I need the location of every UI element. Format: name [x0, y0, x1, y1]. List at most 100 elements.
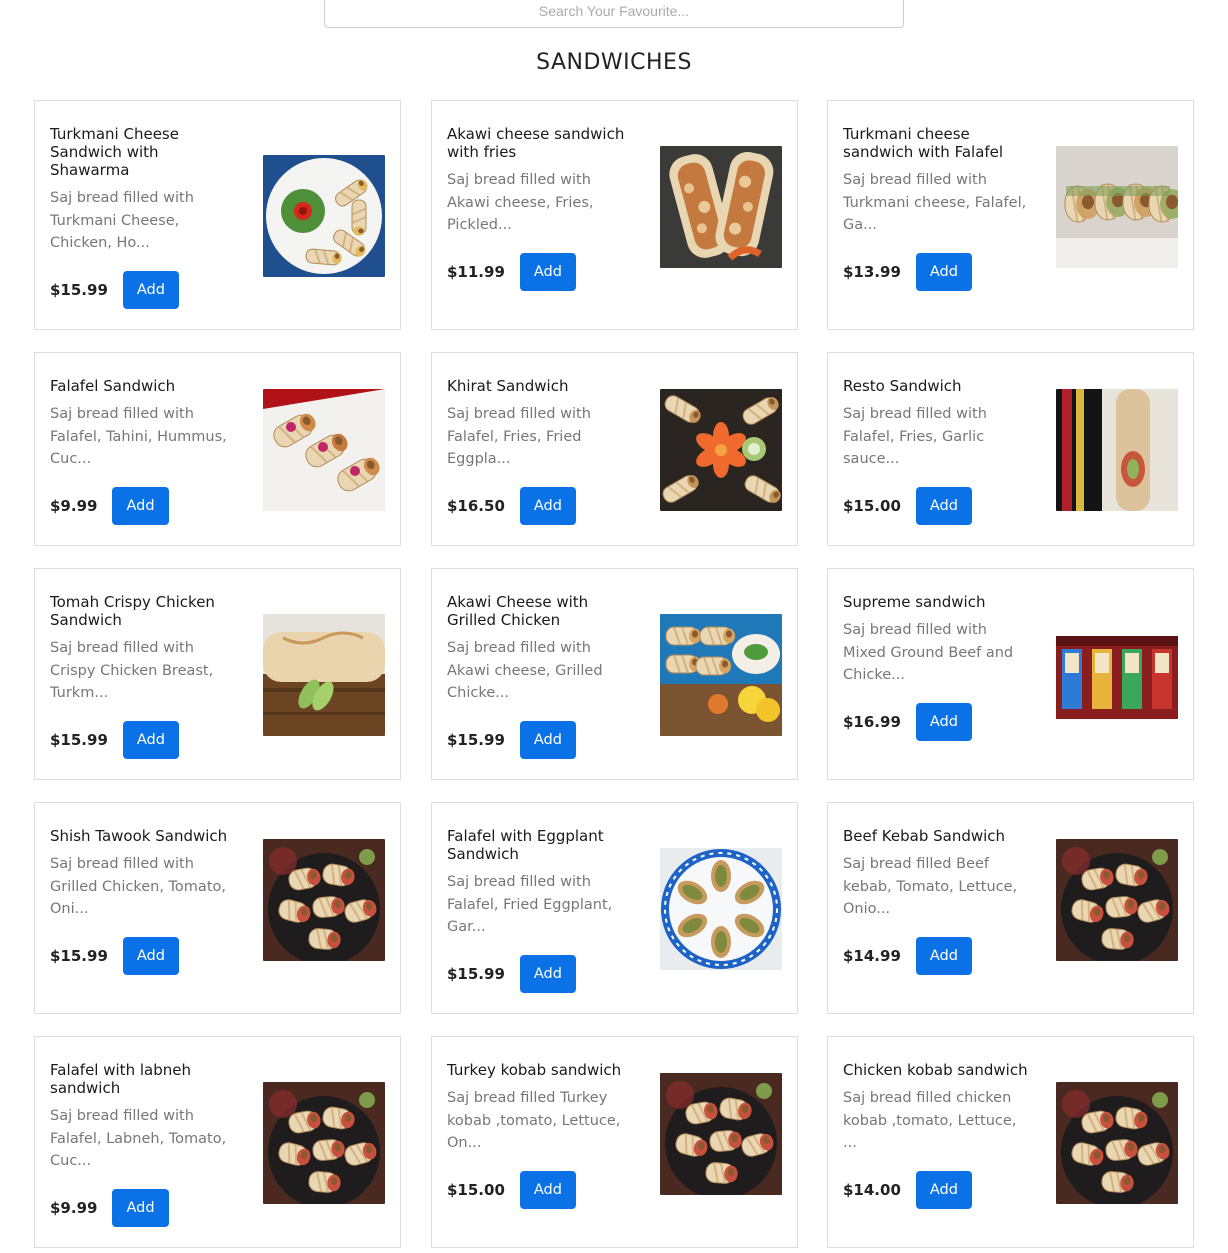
menu-item-name: Resto Sandwich [843, 377, 962, 395]
menu-item-card: Turkmani Cheese Sandwich with Shawarma Sa… [34, 100, 401, 330]
menu-item-description: Saj bread filled with Akawi cheese, Gril… [447, 640, 603, 701]
add-to-cart-button[interactable]: Add [915, 486, 972, 525]
menu-item-buy-row: $16.99 Add [843, 702, 1033, 741]
menu-item-image [1056, 625, 1178, 747]
menu-item-buy-row: $15.00 Add [843, 486, 1033, 525]
menu-item-info: Akawi Cheese with Grilled Chicken Saj bre… [447, 593, 637, 759]
menu-item-card: Beef Kebab Sandwich Saj bread filled Beef… [827, 802, 1194, 1014]
add-to-cart-button[interactable]: Add [915, 1170, 972, 1209]
menu-item-info: Turkey kobab sandwich Saj bread filled Tu… [447, 1061, 637, 1209]
menu-item-buy-row: $15.99 Add [447, 954, 637, 993]
add-to-cart-button[interactable]: Add [122, 936, 179, 975]
menu-item-description: Saj bread filled with Falafel, Tahini, H… [50, 406, 227, 467]
menu-item-price: $15.99 [50, 280, 108, 299]
menu-item-name: Beef Kebab Sandwich [843, 827, 1006, 845]
menu-item-description: Saj bread filled with Falafel, Fried Egg… [447, 874, 613, 935]
menu-item-card: Akawi cheese sandwich with fries Saj brea… [431, 100, 798, 330]
menu-item-description: Saj bread filled with Falafel, Labneh, T… [50, 1108, 227, 1169]
menu-item-image [660, 848, 782, 970]
menu-item-price: $13.99 [843, 262, 901, 281]
menu-item-description: Saj bread filled with Falafel, Fries, Fr… [447, 406, 591, 467]
menu-item-name: Akawi cheese sandwich with fries [447, 125, 625, 161]
menu-item-name: Chicken kobab sandwich [843, 1061, 1028, 1079]
menu-item-image [263, 155, 385, 277]
menu-item-info: Supreme sandwich Saj bread filled with Mi… [843, 593, 1033, 741]
add-to-cart-button[interactable]: Add [519, 486, 576, 525]
menu-item-description: Saj bread filled with Crispy Chicken Bre… [50, 640, 214, 701]
menu-item-image [263, 389, 385, 511]
section-title: SANDWICHES [536, 50, 692, 75]
add-to-cart-button[interactable]: Add [915, 702, 972, 741]
menu-item-card: Turkmani cheese sandwich with Falafel Saj… [827, 100, 1194, 330]
menu-item-card: Shish Tawook Sandwich Saj bread filled wi… [34, 802, 401, 1014]
menu-item-image [263, 839, 385, 961]
menu-item-buy-row: $15.99 Add [50, 270, 240, 309]
menu-item-buy-row: $15.00 Add [447, 1170, 637, 1209]
menu-item-description: Saj bread filled chicken kobab ,tomato, … [843, 1090, 1017, 1151]
menu-item-image [263, 614, 385, 736]
menu-item-image [660, 1073, 782, 1195]
add-to-cart-button[interactable]: Add [519, 954, 576, 993]
menu-item-description: Saj bread filled with Falafel, Fries, Ga… [843, 406, 987, 467]
menu-item-price: $15.99 [50, 946, 108, 965]
menu-item-image [1056, 839, 1178, 961]
add-to-cart-button[interactable]: Add [112, 1188, 169, 1227]
menu-item-info: Turkmani Cheese Sandwich with Shawarma Sa… [50, 125, 240, 309]
menu-item-buy-row: $14.00 Add [843, 1170, 1033, 1209]
menu-item-image [660, 389, 782, 511]
add-to-cart-button[interactable]: Add [519, 720, 576, 759]
menu-item-name: Tomah Crispy Chicken Sandwich [50, 593, 215, 629]
menu-item-image [660, 614, 782, 736]
search-box[interactable] [324, 0, 904, 28]
menu-item-price: $11.99 [447, 262, 505, 281]
menu-item-name: Turkmani Cheese Sandwich with Shawarma [50, 125, 179, 179]
add-to-cart-button[interactable]: Add [519, 1170, 576, 1209]
menu-item-card: Falafel Sandwich Saj bread filled with Fa… [34, 352, 401, 546]
menu-item-info: Beef Kebab Sandwich Saj bread filled Beef… [843, 827, 1033, 975]
menu-item-buy-row: $15.99 Add [50, 936, 240, 975]
menu-item-info: Shish Tawook Sandwich Saj bread filled wi… [50, 827, 240, 975]
menu-item-name: Supreme sandwich [843, 593, 986, 611]
menu-item-description: Saj bread filled with Turkmani cheese, F… [843, 172, 1027, 233]
menu-item-info: Falafel with labneh sandwich Saj bread fi… [50, 1061, 240, 1227]
menu-item-price: $15.99 [447, 964, 505, 983]
menu-item-description: Saj bread filled with Grilled Chicken, T… [50, 856, 226, 917]
menu-item-price: $16.99 [843, 712, 901, 731]
menu-item-card: Chicken kobab sandwich Saj bread filled c… [827, 1036, 1194, 1248]
menu-item-description: Saj bread filled with Akawi cheese, Frie… [447, 172, 594, 233]
menu-item-image [1056, 146, 1178, 268]
search-input[interactable] [325, 0, 903, 27]
menu-item-card: Resto Sandwich Saj bread filled with Fala… [827, 352, 1194, 546]
menu-item-info: Falafel with Eggplant Sandwich Saj bread … [447, 827, 637, 993]
menu-item-description: Saj bread filled Beef kebab, Tomato, Let… [843, 856, 1018, 917]
menu-item-price: $9.99 [50, 1198, 98, 1217]
menu-item-price: $16.50 [447, 496, 505, 515]
add-to-cart-button[interactable]: Add [519, 252, 576, 291]
menu-item-price: $15.00 [447, 1180, 505, 1199]
menu-item-name: Shish Tawook Sandwich [50, 827, 228, 845]
add-to-cart-button[interactable]: Add [915, 252, 972, 291]
add-to-cart-button[interactable]: Add [112, 486, 169, 525]
menu-item-info: Resto Sandwich Saj bread filled with Fala… [843, 377, 1033, 525]
menu-item-image [660, 146, 782, 268]
menu-item-name: Turkmani cheese sandwich with Falafel [843, 125, 1004, 161]
menu-item-card: Falafel with Eggplant Sandwich Saj bread … [431, 802, 798, 1014]
menu-item-name: Turkey kobab sandwich [447, 1061, 622, 1079]
add-to-cart-button[interactable]: Add [915, 936, 972, 975]
menu-item-buy-row: $15.99 Add [447, 720, 637, 759]
menu-item-buy-row: $9.99 Add [50, 486, 240, 525]
menu-item-info: Khirat Sandwich Saj bread filled with Fal… [447, 377, 637, 525]
menu-item-image [263, 1082, 385, 1204]
menu-item-name: Akawi Cheese with Grilled Chicken [447, 593, 589, 629]
add-to-cart-button[interactable]: Add [122, 270, 179, 309]
menu-item-buy-row: $9.99 Add [50, 1188, 240, 1227]
menu-item-price: $9.99 [50, 496, 98, 515]
menu-item-info: Tomah Crispy Chicken Sandwich Saj bread f… [50, 593, 240, 759]
menu-item-name: Falafel with labneh sandwich [50, 1061, 191, 1097]
menu-item-price: $14.00 [843, 1180, 901, 1199]
add-to-cart-button[interactable]: Add [122, 720, 179, 759]
menu-item-info: Falafel Sandwich Saj bread filled with Fa… [50, 377, 240, 525]
menu-item-description: Saj bread filled with Turkmani Cheese, C… [50, 190, 194, 251]
menu-item-info: Chicken kobab sandwich Saj bread filled c… [843, 1061, 1033, 1209]
menu-item-buy-row: $15.99 Add [50, 720, 240, 759]
